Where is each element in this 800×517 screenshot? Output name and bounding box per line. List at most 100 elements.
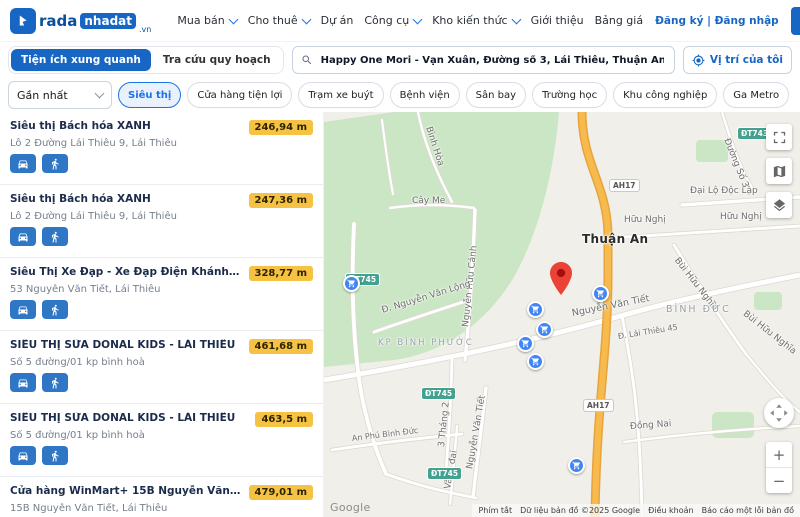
map[interactable]: Bình Hòa Cây Me Thuận An Hữu Nghị Hữu Ng…: [324, 112, 800, 517]
result-title: Siêu thị Bách hóa XANH: [10, 120, 241, 134]
nav-item[interactable]: Kho kiến thức: [432, 14, 519, 27]
cart-icon: [572, 461, 581, 470]
category-pill[interactable]: Siêu thị: [118, 82, 181, 108]
brand-tld: .vn: [139, 25, 151, 34]
result-item[interactable]: Siêu thị Bách hóa XANH 247,36 m Lô 2 Đườ…: [0, 185, 323, 258]
category-pill[interactable]: Cửa hàng tiện lợi: [187, 82, 292, 108]
category-pill-label: Sân bay: [476, 90, 516, 101]
category-pill[interactable]: Bệnh viện: [390, 82, 460, 108]
category-pill[interactable]: Trạm xe buýt: [298, 82, 383, 108]
tab-planning[interactable]: Tra cứu quy hoạch: [153, 49, 281, 71]
auth-links[interactable]: Đăng ký | Đăng nhập: [655, 15, 779, 27]
nav-item-label: Dự án: [321, 14, 354, 27]
result-item-header: SIÊU THỊ SỮA DONAL KIDS - LÁI THIÊU 463,…: [10, 412, 313, 427]
report-error-link[interactable]: Báo cáo một lỗi bản đồ: [702, 506, 794, 515]
address-search[interactable]: [292, 46, 675, 74]
supermarket-marker[interactable]: [568, 457, 585, 474]
category-pill[interactable]: Khu công nghiệp: [613, 82, 717, 108]
header: rada nhadat .vn Mua bán Cho thuê Dự án: [0, 0, 800, 42]
result-item-header: Cửa hàng WinMart+ 15B Nguyễn Văn Tiết 47…: [10, 485, 313, 500]
car-route-button[interactable]: [10, 154, 36, 173]
distance-badge: 247,36 m: [249, 193, 314, 208]
nav-item[interactable]: Dự án: [321, 14, 354, 27]
nav-item[interactable]: Bảng giá: [595, 14, 644, 27]
walk-icon: [49, 377, 61, 389]
result-item[interactable]: Siêu thị Bách hóa XANH 246,94 m Lô 2 Đườ…: [0, 112, 323, 185]
car-route-button[interactable]: [10, 300, 36, 319]
distance-badge: 479,01 m: [249, 485, 314, 500]
result-address: 15B Nguyễn Văn Tiết, Lái Thiêu: [10, 503, 313, 514]
result-item[interactable]: SIÊU THỊ SỮA DONAL KIDS - LÁI THIÊU 463,…: [0, 404, 323, 477]
filter-bar: Gần nhất Siêu thị Cửa hàng tiện lợi Trạm…: [0, 78, 800, 112]
nav-item[interactable]: Giới thiệu: [531, 14, 584, 27]
main-nav: Mua bán Cho thuê Dự án Công cụ: [177, 14, 643, 27]
layers-button[interactable]: [766, 192, 792, 218]
car-icon: [17, 377, 29, 389]
zoom-in-button[interactable]: +: [766, 442, 792, 467]
travel-mode-buttons: [10, 154, 313, 173]
pan-control[interactable]: [764, 398, 794, 428]
car-route-button[interactable]: [10, 446, 36, 465]
fullscreen-icon: [772, 130, 787, 145]
map-label-binh-duc: BÌNH ĐỨC: [666, 304, 731, 315]
walk-route-button[interactable]: [42, 446, 68, 465]
walk-route-button[interactable]: [42, 373, 68, 392]
brand-logo[interactable]: rada nhadat .vn: [10, 8, 151, 34]
result-item-header: SIÊU THỊ SỮA DONAL KIDS - LÁI THIÊU 461,…: [10, 339, 313, 354]
map-label-huu-nghi-b: Hữu Nghị: [720, 212, 762, 222]
car-route-button[interactable]: [10, 227, 36, 246]
map-type-button[interactable]: [766, 158, 792, 184]
walk-route-button[interactable]: [42, 227, 68, 246]
walk-route-button[interactable]: [42, 300, 68, 319]
result-item[interactable]: Cửa hàng WinMart+ 15B Nguyễn Văn Tiết 47…: [0, 477, 323, 517]
walk-route-button[interactable]: [42, 154, 68, 173]
car-icon: [17, 231, 29, 243]
brand-logo-icon: [10, 8, 36, 34]
result-item-header: Siêu thị Bách hóa XANH 246,94 m: [10, 120, 313, 135]
result-address: Số 5 đường/01 kp bình hoà: [10, 430, 313, 441]
tab-amenities[interactable]: Tiện ích xung quanh: [11, 49, 151, 71]
sort-select-value: Gần nhất: [17, 89, 68, 102]
result-title: Cửa hàng WinMart+ 15B Nguyễn Văn Tiết: [10, 485, 241, 499]
walk-icon: [49, 158, 61, 170]
category-pill[interactable]: Ga Metro: [723, 82, 789, 108]
brand-name-primary: rada: [39, 12, 77, 30]
category-pill[interactable]: Sân bay: [466, 82, 526, 108]
nav-item-label: Cho thuê: [248, 14, 298, 27]
zoom-out-button[interactable]: −: [766, 467, 792, 493]
result-item-header: Siêu Thị Xe Đạp - Xe Đạp Điện Khánh Huyề…: [10, 266, 313, 281]
category-pill-label: Siêu thị: [128, 90, 171, 101]
supermarket-marker[interactable]: [536, 321, 553, 338]
fullscreen-button[interactable]: [766, 124, 792, 150]
address-search-input[interactable]: [319, 54, 666, 67]
category-pill-label: Cửa hàng tiện lợi: [197, 90, 282, 101]
layers-icon: [772, 198, 787, 213]
map-data-credit: Dữ liệu bản đồ ©2025 Google: [520, 506, 640, 515]
car-icon: [17, 450, 29, 462]
result-title: SIÊU THỊ SỮA DONAL KIDS - LÁI THIÊU: [10, 339, 241, 353]
nav-item-label: Bảng giá: [595, 14, 644, 27]
keyboard-shortcuts-link[interactable]: Phím tắt: [478, 506, 512, 515]
car-route-button[interactable]: [10, 373, 36, 392]
category-pill-label: Trường học: [542, 90, 597, 101]
sort-select[interactable]: Gần nhất: [8, 81, 112, 109]
supermarket-marker[interactable]: [527, 301, 544, 318]
supermarket-marker[interactable]: [343, 275, 360, 292]
supermarket-marker[interactable]: [527, 353, 544, 370]
nav-item[interactable]: Cho thuê: [248, 14, 310, 27]
terms-link[interactable]: Điều khoản: [648, 506, 694, 515]
distance-badge: 246,94 m: [249, 120, 314, 135]
result-item[interactable]: Siêu Thị Xe Đạp - Xe Đạp Điện Khánh Huyề…: [0, 258, 323, 331]
my-location-button[interactable]: Vị trí của tôi: [683, 46, 792, 74]
category-pill[interactable]: Trường học: [532, 82, 607, 108]
nav-item-label: Kho kiến thức: [432, 14, 507, 27]
car-icon: [17, 304, 29, 316]
chevron-down-icon: [301, 14, 311, 24]
post-listing-button[interactable]: Đăng tin: [791, 7, 800, 35]
result-item[interactable]: SIÊU THỊ SỮA DONAL KIDS - LÁI THIÊU 461,…: [0, 331, 323, 404]
nav-item[interactable]: Mua bán: [177, 14, 236, 27]
supermarket-marker[interactable]: [592, 285, 609, 302]
nav-item[interactable]: Công cụ: [364, 14, 421, 27]
supermarket-marker[interactable]: [517, 335, 534, 352]
cart-icon: [521, 339, 530, 348]
